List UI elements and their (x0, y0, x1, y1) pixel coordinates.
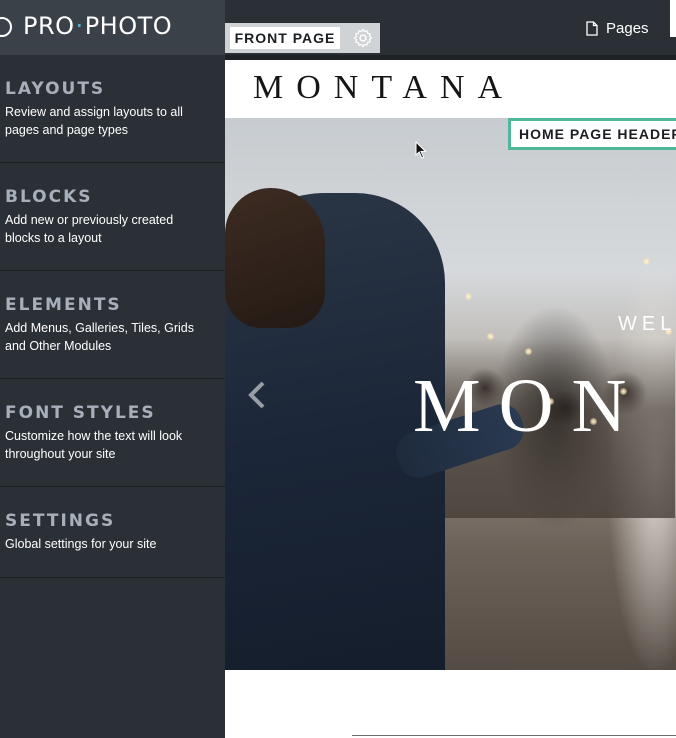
sidebar-item-settings[interactable]: SETTINGS Global settings for your site (0, 487, 225, 578)
pages-label: Pages (606, 19, 649, 37)
logo-ring-icon (0, 17, 12, 37)
sidebar-item-description: Customize how the text will look through… (5, 429, 183, 461)
page-icon (586, 20, 598, 36)
gear-icon[interactable] (352, 27, 374, 49)
sidebar-item-font-styles[interactable]: FONT STYLES Customize how the text will … (0, 379, 225, 487)
sidebar-item-title: FONT STYLES (5, 403, 156, 423)
site-title[interactable]: MONTANA (253, 69, 515, 107)
sparkler-light (465, 293, 472, 300)
home-page-header-label[interactable]: HOME PAGE HEADER (508, 118, 676, 150)
sidebar-item-blocks[interactable]: BLOCKS Add new or previously created blo… (0, 163, 225, 271)
sparkler-light (487, 333, 494, 340)
sidebar-item-description: Add Menus, Galleries, Tiles, Grids and O… (5, 321, 194, 353)
sidebar-item-layouts[interactable]: LAYOUTS Review and assign layouts to all… (0, 55, 225, 163)
sidebar-item-description: Add new or previously created blocks to … (5, 213, 174, 245)
page-tab: FRONT PAGE (225, 23, 380, 53)
sidebar-item-title: ELEMENTS (5, 295, 122, 315)
sidebar-item-title: LAYOUTS (5, 79, 106, 99)
window-edge (670, 0, 676, 37)
sparkler-light (525, 348, 532, 355)
hero-person-head (225, 188, 325, 328)
chevron-left-icon[interactable] (245, 380, 269, 410)
preview-top-border (225, 55, 676, 60)
pages-link[interactable]: Pages (586, 17, 649, 39)
sidebar-item-title: BLOCKS (5, 187, 93, 207)
mouse-cursor-icon (415, 141, 427, 159)
content-divider (352, 735, 676, 736)
hero-title: MON (413, 364, 645, 448)
hero-welcome-text: WEL (618, 313, 676, 335)
hero-image[interactable]: WEL MON (225, 118, 676, 670)
sidebar: LAYOUTS Review and assign layouts to all… (0, 55, 225, 738)
sidebar-item-title: SETTINGS (5, 511, 116, 531)
front-page-button[interactable]: FRONT PAGE (230, 27, 340, 49)
sidebar-item-elements[interactable]: ELEMENTS Add Menus, Galleries, Tiles, Gr… (0, 271, 225, 379)
logo-text: PRO·PHOTO (23, 12, 173, 40)
site-preview[interactable]: MONTANA WEL MON HOME PAGE HEADER (225, 55, 676, 738)
top-bar: PRO·PHOTO FRONT PAGE Pages (0, 0, 676, 56)
sidebar-item-description: Review and assign layouts to all pages a… (5, 105, 183, 137)
sidebar-item-description: Global settings for your site (5, 537, 157, 551)
sparkler-light (643, 258, 650, 265)
logo[interactable]: PRO·PHOTO (0, 0, 225, 56)
